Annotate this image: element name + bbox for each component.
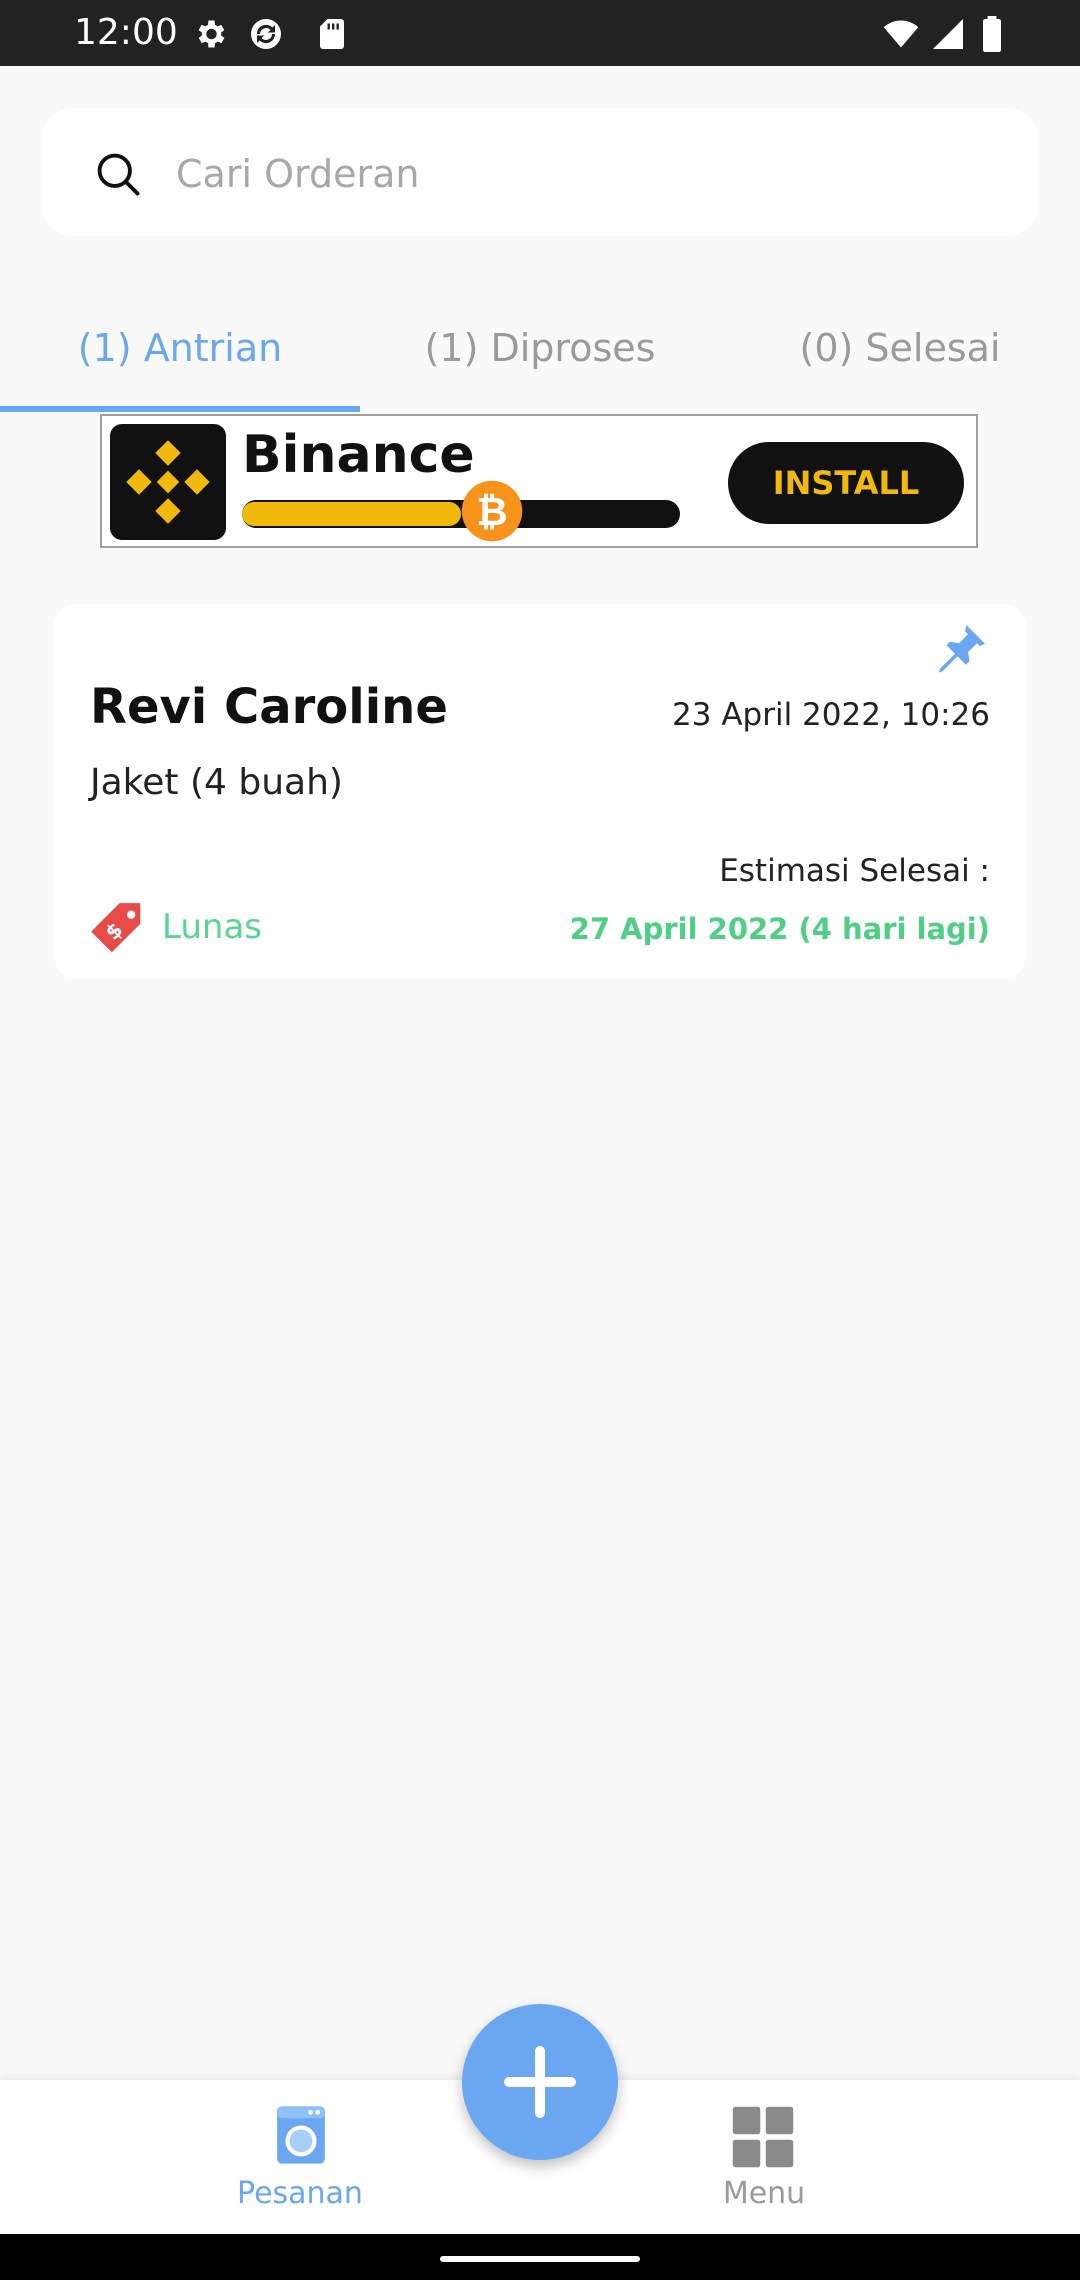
payment-status: Lunas — [162, 907, 262, 947]
tab-diproses[interactable]: (1) Diproses — [360, 318, 720, 408]
sd-card-icon — [320, 19, 344, 49]
ad-install-button[interactable]: INSTALL — [728, 442, 964, 524]
customer-name: Revi Caroline — [90, 679, 448, 735]
nav-pesanan-label[interactable]: Pesanan — [200, 2174, 400, 2214]
estimate-date: 27 April 2022 (4 hari lagi) — [569, 912, 990, 946]
pin-icon[interactable] — [930, 620, 990, 680]
plus-icon — [504, 2046, 576, 2118]
nav-menu-label[interactable]: Menu — [664, 2174, 864, 2214]
tab-selesai[interactable]: (0) Selesai — [720, 318, 1080, 408]
search-input[interactable] — [176, 146, 976, 202]
status-time: 12:00 — [74, 12, 178, 53]
washing-machine-icon[interactable] — [274, 2104, 328, 2166]
search-icon — [97, 153, 140, 196]
battery-icon — [983, 16, 1001, 52]
ad-title: Binance — [242, 425, 475, 485]
estimate-label: Estimasi Selesai : — [719, 853, 990, 889]
add-order-button[interactable] — [462, 2004, 618, 2160]
binance-logo-icon — [110, 424, 226, 540]
ad-progress-fill — [242, 502, 461, 526]
gear-icon — [198, 20, 225, 48]
grid-icon[interactable] — [730, 2104, 796, 2170]
wifi-icon — [883, 20, 919, 48]
home-handle[interactable] — [440, 2256, 640, 2262]
bitcoin-icon: ₿ — [461, 480, 523, 542]
sync-icon — [251, 19, 281, 49]
svg-text:₿: ₿ — [476, 490, 507, 535]
order-items: Jaket (4 buah) — [90, 762, 343, 803]
signal-icon — [933, 19, 963, 49]
order-date: 23 April 2022, 10:26 — [672, 697, 990, 733]
tab-antrian[interactable]: (1) Antrian — [0, 318, 360, 408]
price-tag-icon: $ — [91, 903, 141, 953]
tab-indicator — [0, 406, 360, 412]
